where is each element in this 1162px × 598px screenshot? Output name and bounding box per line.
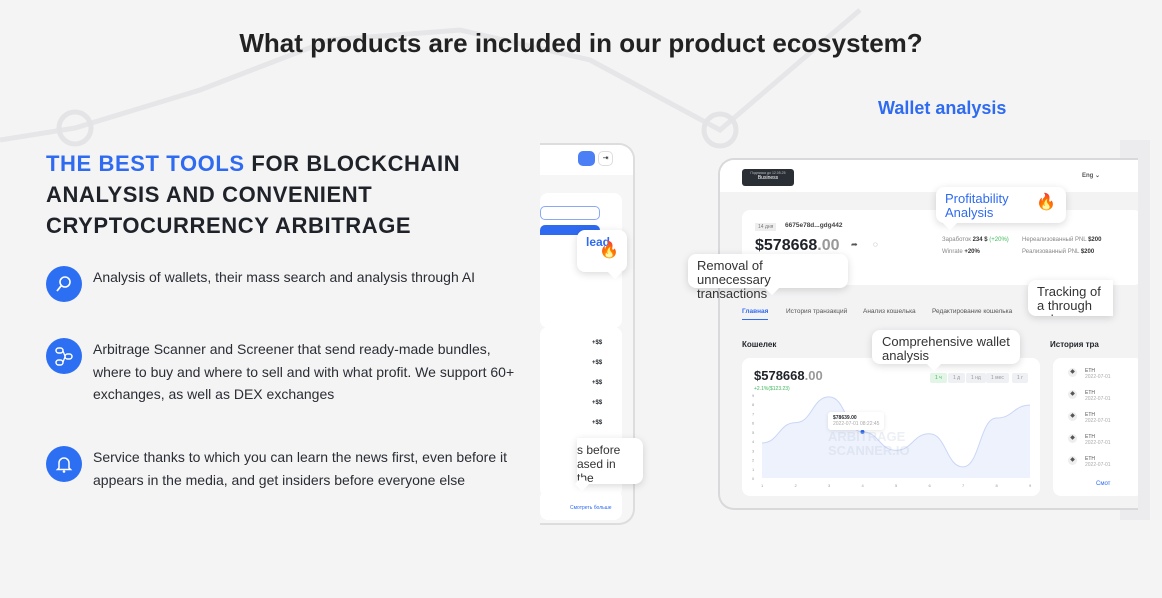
timeframe-1w[interactable]: 1 нд: [966, 373, 986, 383]
stat-realized: Реализованный PNL $200: [1022, 249, 1095, 255]
feature-item: Arbitrage Scanner and Screener that send…: [46, 338, 516, 406]
y-tick-label: 0: [752, 476, 755, 481]
history-date: 2022-07-01: [1085, 374, 1111, 380]
chart-balance: $578668.00: [754, 368, 823, 383]
x-tick-label: 7: [962, 483, 965, 488]
x-tick-label: 2: [795, 483, 798, 488]
x-tick-label: 6: [929, 483, 932, 488]
x-tick-label: 9: [1029, 483, 1032, 488]
eth-icon: ◆: [1068, 368, 1077, 377]
feature-text: Service thanks to which you can learn th…: [93, 449, 507, 488]
wallet-balance: $578668.00: [755, 237, 840, 254]
timeframe-1h[interactable]: 1 ч: [930, 373, 947, 383]
x-tick-label: 5: [895, 483, 898, 488]
avatar[interactable]: [578, 151, 595, 166]
history-date: 2022-07-01: [1085, 462, 1111, 468]
lead-bubble: lead 🔥: [577, 230, 627, 272]
fire-icon: 🔥: [1036, 194, 1056, 211]
history-row[interactable]: ◆ ETH 2022-07-01: [1068, 390, 1111, 402]
y-tick-label: 9: [752, 393, 755, 398]
eth-icon: ◆: [1068, 390, 1077, 399]
history-date: 2022-07-01: [1085, 396, 1111, 402]
value-list: +$$ +$$ +$$ +$$ +$$: [592, 340, 603, 426]
wallet-search-icon: [46, 266, 82, 302]
logout-icon[interactable]: ⇥: [598, 151, 613, 166]
plan-badge[interactable]: Подписка до 12.05.25 Business: [742, 169, 794, 186]
profitability-bubble: Profitability Analysis 🔥: [936, 187, 1066, 223]
x-tick-label: 1: [761, 483, 764, 488]
eth-icon: ◆: [1068, 434, 1077, 443]
x-tick-label: 3: [828, 483, 831, 488]
tracking-bubble: Tracking of a through Tele: [1028, 280, 1113, 316]
headline: THE BEST TOOLS FOR BLOCKCHAIN ANALYSIS A…: [46, 148, 516, 241]
history-date: 2022-07-01: [1085, 440, 1111, 446]
headline-accent: THE BEST TOOLS: [46, 151, 245, 176]
y-tick-label: 7: [752, 411, 755, 416]
arbitrage-nodes-icon: [46, 338, 82, 374]
watermark-logo: ARBITRAGE SCANNER.IO: [828, 429, 910, 458]
y-tick-label: 8: [752, 402, 755, 407]
timeframe-1y[interactable]: 1 г: [1012, 373, 1028, 383]
eth-icon: ◆: [1068, 412, 1077, 421]
history-more-link[interactable]: Смот: [1096, 481, 1110, 487]
feature-text: Analysis of wallets, their mass search a…: [93, 269, 476, 285]
bell-icon: [46, 446, 82, 482]
timeframe-1d[interactable]: 1 д: [948, 373, 966, 383]
comprehensive-bubble: Comprehensive wallet analysis: [872, 330, 1020, 364]
history-row[interactable]: ◆ ETH 2022-07-01: [1068, 412, 1111, 424]
feature-item: Analysis of wallets, their mass search a…: [46, 266, 516, 302]
wallet-analysis-label: Wallet analysis: [878, 98, 1007, 118]
removal-bubble: Removal of unnecessary transactions: [688, 254, 848, 301]
stat-unrealized: Нереализованный PNL $200: [1022, 237, 1102, 243]
history-row[interactable]: ◆ ETH 2022-07-01: [1068, 434, 1111, 446]
wallet-address: 6675e78d...gdg442: [785, 222, 843, 229]
page-title: What products are included in our produc…: [239, 28, 923, 58]
timeframe-1m[interactable]: 1 мес: [986, 373, 1009, 383]
wallet-section-title: Кошелек: [742, 340, 777, 349]
y-tick-label: 6: [752, 421, 755, 426]
x-tick-label: 4: [862, 483, 865, 488]
y-tick-label: 2: [752, 458, 755, 463]
eth-icon: ◆: [1068, 456, 1077, 465]
tab-wallet-analysis[interactable]: Анализ кошелька: [863, 308, 916, 315]
comment-icon[interactable]: ◌: [873, 240, 878, 249]
fire-icon: 🔥: [599, 242, 619, 259]
y-tick-label: 1: [752, 467, 755, 472]
y-tick-label: 3: [752, 448, 755, 453]
stat-earnings: Заработок 234 $ (+20%): [942, 237, 1009, 243]
tab-main[interactable]: Главная: [742, 308, 769, 320]
y-tick-label: 5: [752, 430, 755, 435]
stat-winrate: Winrate +20%: [942, 249, 980, 255]
feature-item: Service thanks to which you can learn th…: [46, 446, 516, 491]
history-section-title: История тра: [1050, 340, 1099, 349]
history-row[interactable]: ◆ ETH 2022-07-01: [1068, 368, 1111, 380]
language-select[interactable]: Eng ⌄: [1082, 172, 1100, 179]
chart-tooltip: $78639.00 2022-07-01 08:22:45: [828, 412, 885, 430]
share-icon[interactable]: ➦: [851, 240, 858, 249]
see-more-link[interactable]: Смотреть больше: [570, 505, 612, 511]
tab-transactions[interactable]: История транзакций: [786, 308, 847, 315]
y-tick-label: 4: [752, 439, 755, 444]
tab-edit-wallet[interactable]: Редактирование кошелька: [932, 308, 1012, 315]
history-date: 2022-07-01: [1085, 418, 1111, 424]
x-tick-label: 8: [996, 483, 999, 488]
news-bubble: s before ased in the: [577, 438, 643, 485]
days-badge: 14 дня: [755, 223, 777, 231]
search-input[interactable]: [540, 206, 600, 220]
history-row[interactable]: ◆ ETH 2022-07-01: [1068, 456, 1111, 468]
feature-text: Arbitrage Scanner and Screener that send…: [93, 341, 515, 402]
